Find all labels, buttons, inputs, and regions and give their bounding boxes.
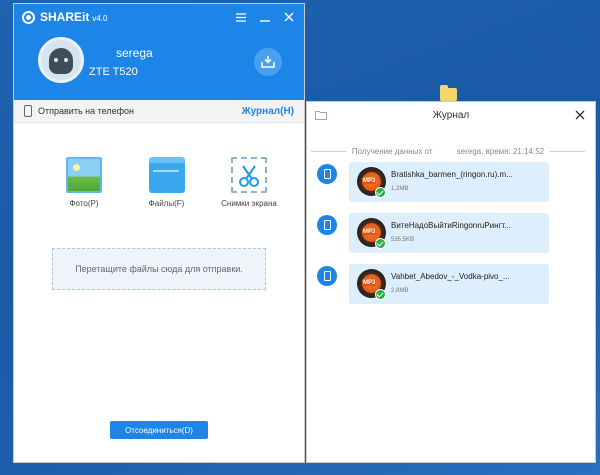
session-header: Получение данных от serega, время: 21:14… — [311, 147, 585, 156]
device-name: ZTE T520 — [89, 66, 138, 78]
files-tile[interactable]: Файлы(F) — [132, 157, 202, 208]
tile-label: Снимки экрана — [221, 199, 277, 208]
list-item: MP3 Vahbet_Abedov_-_Vodka-pivo_... 2,8MB — [307, 264, 595, 315]
journal-window: Журнал Получение данных от serega, время… — [306, 101, 596, 463]
shareit-window: SHAREit v4.0 serega ZTE T520 Отправить н… — [13, 3, 305, 463]
disconnect-button[interactable]: Отсоединиться(D) — [110, 421, 208, 439]
watermark: ОТЗОВИК — [450, 433, 585, 460]
otzovik-logo-icon — [450, 433, 477, 460]
phone-icon — [24, 105, 32, 117]
app-title: SHAREit — [40, 10, 90, 24]
file-name: ВитеНадоВыйтиRingonruРингт... — [391, 221, 511, 230]
shareit-logo-icon — [22, 10, 35, 24]
checkmark-icon — [375, 238, 386, 249]
close-icon[interactable] — [573, 108, 587, 122]
avatar-eye — [64, 58, 68, 62]
drop-zone[interactable]: Перетащите файлы сюда для отправки. — [52, 248, 266, 290]
phone-icon — [317, 215, 337, 235]
drop-zone-text: Перетащите файлы сюда для отправки. — [75, 264, 243, 274]
session-info: serega, время: 21:14:52 — [456, 147, 545, 156]
screenshots-tile[interactable]: Снимки экрана — [214, 157, 284, 208]
divider — [311, 151, 346, 152]
close-icon[interactable] — [282, 10, 296, 24]
phone-icon — [317, 164, 337, 184]
checkmark-icon — [375, 187, 386, 198]
window-controls — [234, 10, 296, 24]
titlebar: SHAREit v4.0 — [14, 4, 304, 30]
send-to-phone-bar: Отправить на телефон Журнал(H) — [14, 100, 304, 123]
watermark-text: ОТЗОВИК — [481, 435, 585, 457]
desktop-folder-icon[interactable] — [440, 85, 457, 101]
phone-icon — [317, 266, 337, 286]
robot-face-icon — [49, 48, 73, 74]
session-label: Получение данных от — [351, 147, 433, 156]
send-to-phone-link[interactable]: Отправить на телефон — [38, 106, 134, 116]
divider — [550, 151, 585, 152]
minimize-icon[interactable] — [258, 10, 272, 24]
app-header: SHAREit v4.0 serega ZTE T520 — [14, 4, 304, 100]
download-tray-icon — [261, 56, 275, 68]
avatar[interactable] — [38, 37, 84, 83]
file-name: Vahbet_Abedov_-_Vodka-pivo_... — [391, 272, 510, 281]
send-options: Фото(P) Файлы(F) Снимки экрана — [14, 157, 304, 208]
avatar-eye — [54, 58, 58, 62]
tile-label: Фото(P) — [69, 199, 99, 208]
app-version: v4.0 — [92, 14, 108, 23]
file-size: 1,2MB — [391, 186, 409, 192]
file-type-badge: MP3 — [362, 229, 377, 235]
file-card[interactable]: MP3 Vahbet_Abedov_-_Vodka-pivo_... 2,8MB — [349, 264, 549, 304]
folder-icon — [148, 157, 185, 193]
journal-header: Журнал — [307, 102, 595, 128]
list-item: MP3 Bratishka_barmen_(ringon.ru).m... 1,… — [307, 162, 595, 213]
file-size: 2,8MB — [391, 288, 409, 294]
menu-icon[interactable] — [234, 10, 248, 24]
file-name: Bratishka_barmen_(ringon.ru).m... — [391, 170, 513, 179]
screenshot-icon — [231, 157, 267, 193]
list-item: MP3 ВитеНадоВыйтиRingonruРингт... 535,5K… — [307, 213, 595, 264]
file-type-badge: MP3 — [362, 280, 377, 286]
journal-title: Журнал — [432, 109, 470, 121]
journal-link[interactable]: Журнал(H) — [242, 106, 294, 117]
checkmark-icon — [375, 289, 386, 300]
file-size: 535,5KB — [391, 237, 415, 243]
file-card[interactable]: MP3 ВитеНадоВыйтиRingonruРингт... 535,5K… — [349, 213, 549, 253]
photo-tile[interactable]: Фото(P) — [49, 157, 119, 208]
file-type-badge: MP3 — [362, 178, 377, 184]
user-name: serega — [116, 46, 153, 60]
tile-label: Файлы(F) — [148, 199, 185, 208]
photo-icon — [66, 157, 102, 193]
receive-button[interactable] — [254, 48, 282, 76]
file-card[interactable]: MP3 Bratishka_barmen_(ringon.ru).m... 1,… — [349, 162, 549, 202]
